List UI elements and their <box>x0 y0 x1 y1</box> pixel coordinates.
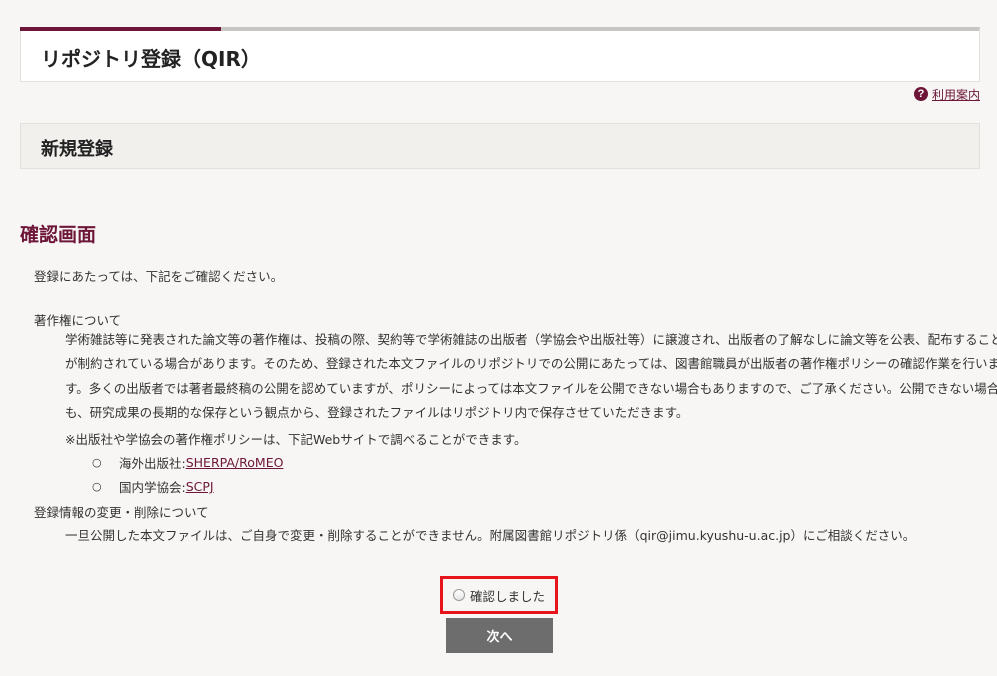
help-link[interactable]: 利用案内 <box>932 86 980 103</box>
change-text: 一旦公開した本文ファイルは、ご自身で変更・削除することができません。附属図書館リ… <box>65 528 916 543</box>
list-item-label: 海外出版社: <box>119 456 186 471</box>
subheader-box: 新規登録 <box>20 123 980 169</box>
list-item-sherpa: ○ 海外出版社: SHERPA/RoMEO <box>92 453 283 472</box>
copyright-line: が制約されている場合があります。そのため、登録された本文ファイルのリポジトリでの… <box>65 356 997 372</box>
copyright-paragraph: 学術雑誌等に発表された論文等の著作権は、投稿の際、契約等で学術雑誌の出版者（学協… <box>65 328 997 426</box>
change-title: 登録情報の変更・削除について <box>34 505 209 520</box>
help-icon[interactable]: ? <box>913 87 928 101</box>
intro-text: 登録にあたっては、下記をご確認ください。 <box>34 269 284 284</box>
help-link-group[interactable]: ? 利用案内 <box>913 86 980 103</box>
copyright-line: す。多くの出版者では著者最終稿の公開を認めていますが、ポリシーによっては本文ファ… <box>65 380 997 396</box>
page-title-box: リポジトリ登録（QIR） <box>20 27 980 82</box>
confirm-label: 確認しました <box>469 588 545 604</box>
page-title: リポジトリ登録（QIR） <box>41 47 261 71</box>
bullet-icon: ○ <box>92 480 102 493</box>
copyright-title: 著作権について <box>34 313 122 328</box>
confirm-checkbox-area[interactable]: 確認しました <box>440 576 558 614</box>
next-button[interactable]: 次へ <box>446 618 553 653</box>
section-heading: 確認画面 <box>20 224 97 246</box>
subheader-title: 新規登録 <box>41 139 113 160</box>
list-item-scpj: ○ 国内学協会: SCPJ <box>92 477 214 496</box>
scpj-link[interactable]: SCPJ <box>186 479 214 494</box>
policy-note: ※出版社や学協会の著作権ポリシーは、下記Webサイトで調べることができます。 <box>65 432 527 447</box>
copyright-line: 学術雑誌等に発表された論文等の著作権は、投稿の際、契約等で学術雑誌の出版者（学協… <box>65 332 997 347</box>
list-item-label: 国内学協会: <box>119 480 186 495</box>
title-accent-bar <box>20 27 221 31</box>
copyright-line: も、研究成果の長期的な保存という観点から、登録されたファイルはリポジトリ内で保存… <box>65 405 689 421</box>
confirm-radio[interactable] <box>452 589 465 601</box>
bullet-icon: ○ <box>92 456 102 469</box>
sherpa-romeo-link[interactable]: SHERPA/RoMEO <box>186 455 284 470</box>
